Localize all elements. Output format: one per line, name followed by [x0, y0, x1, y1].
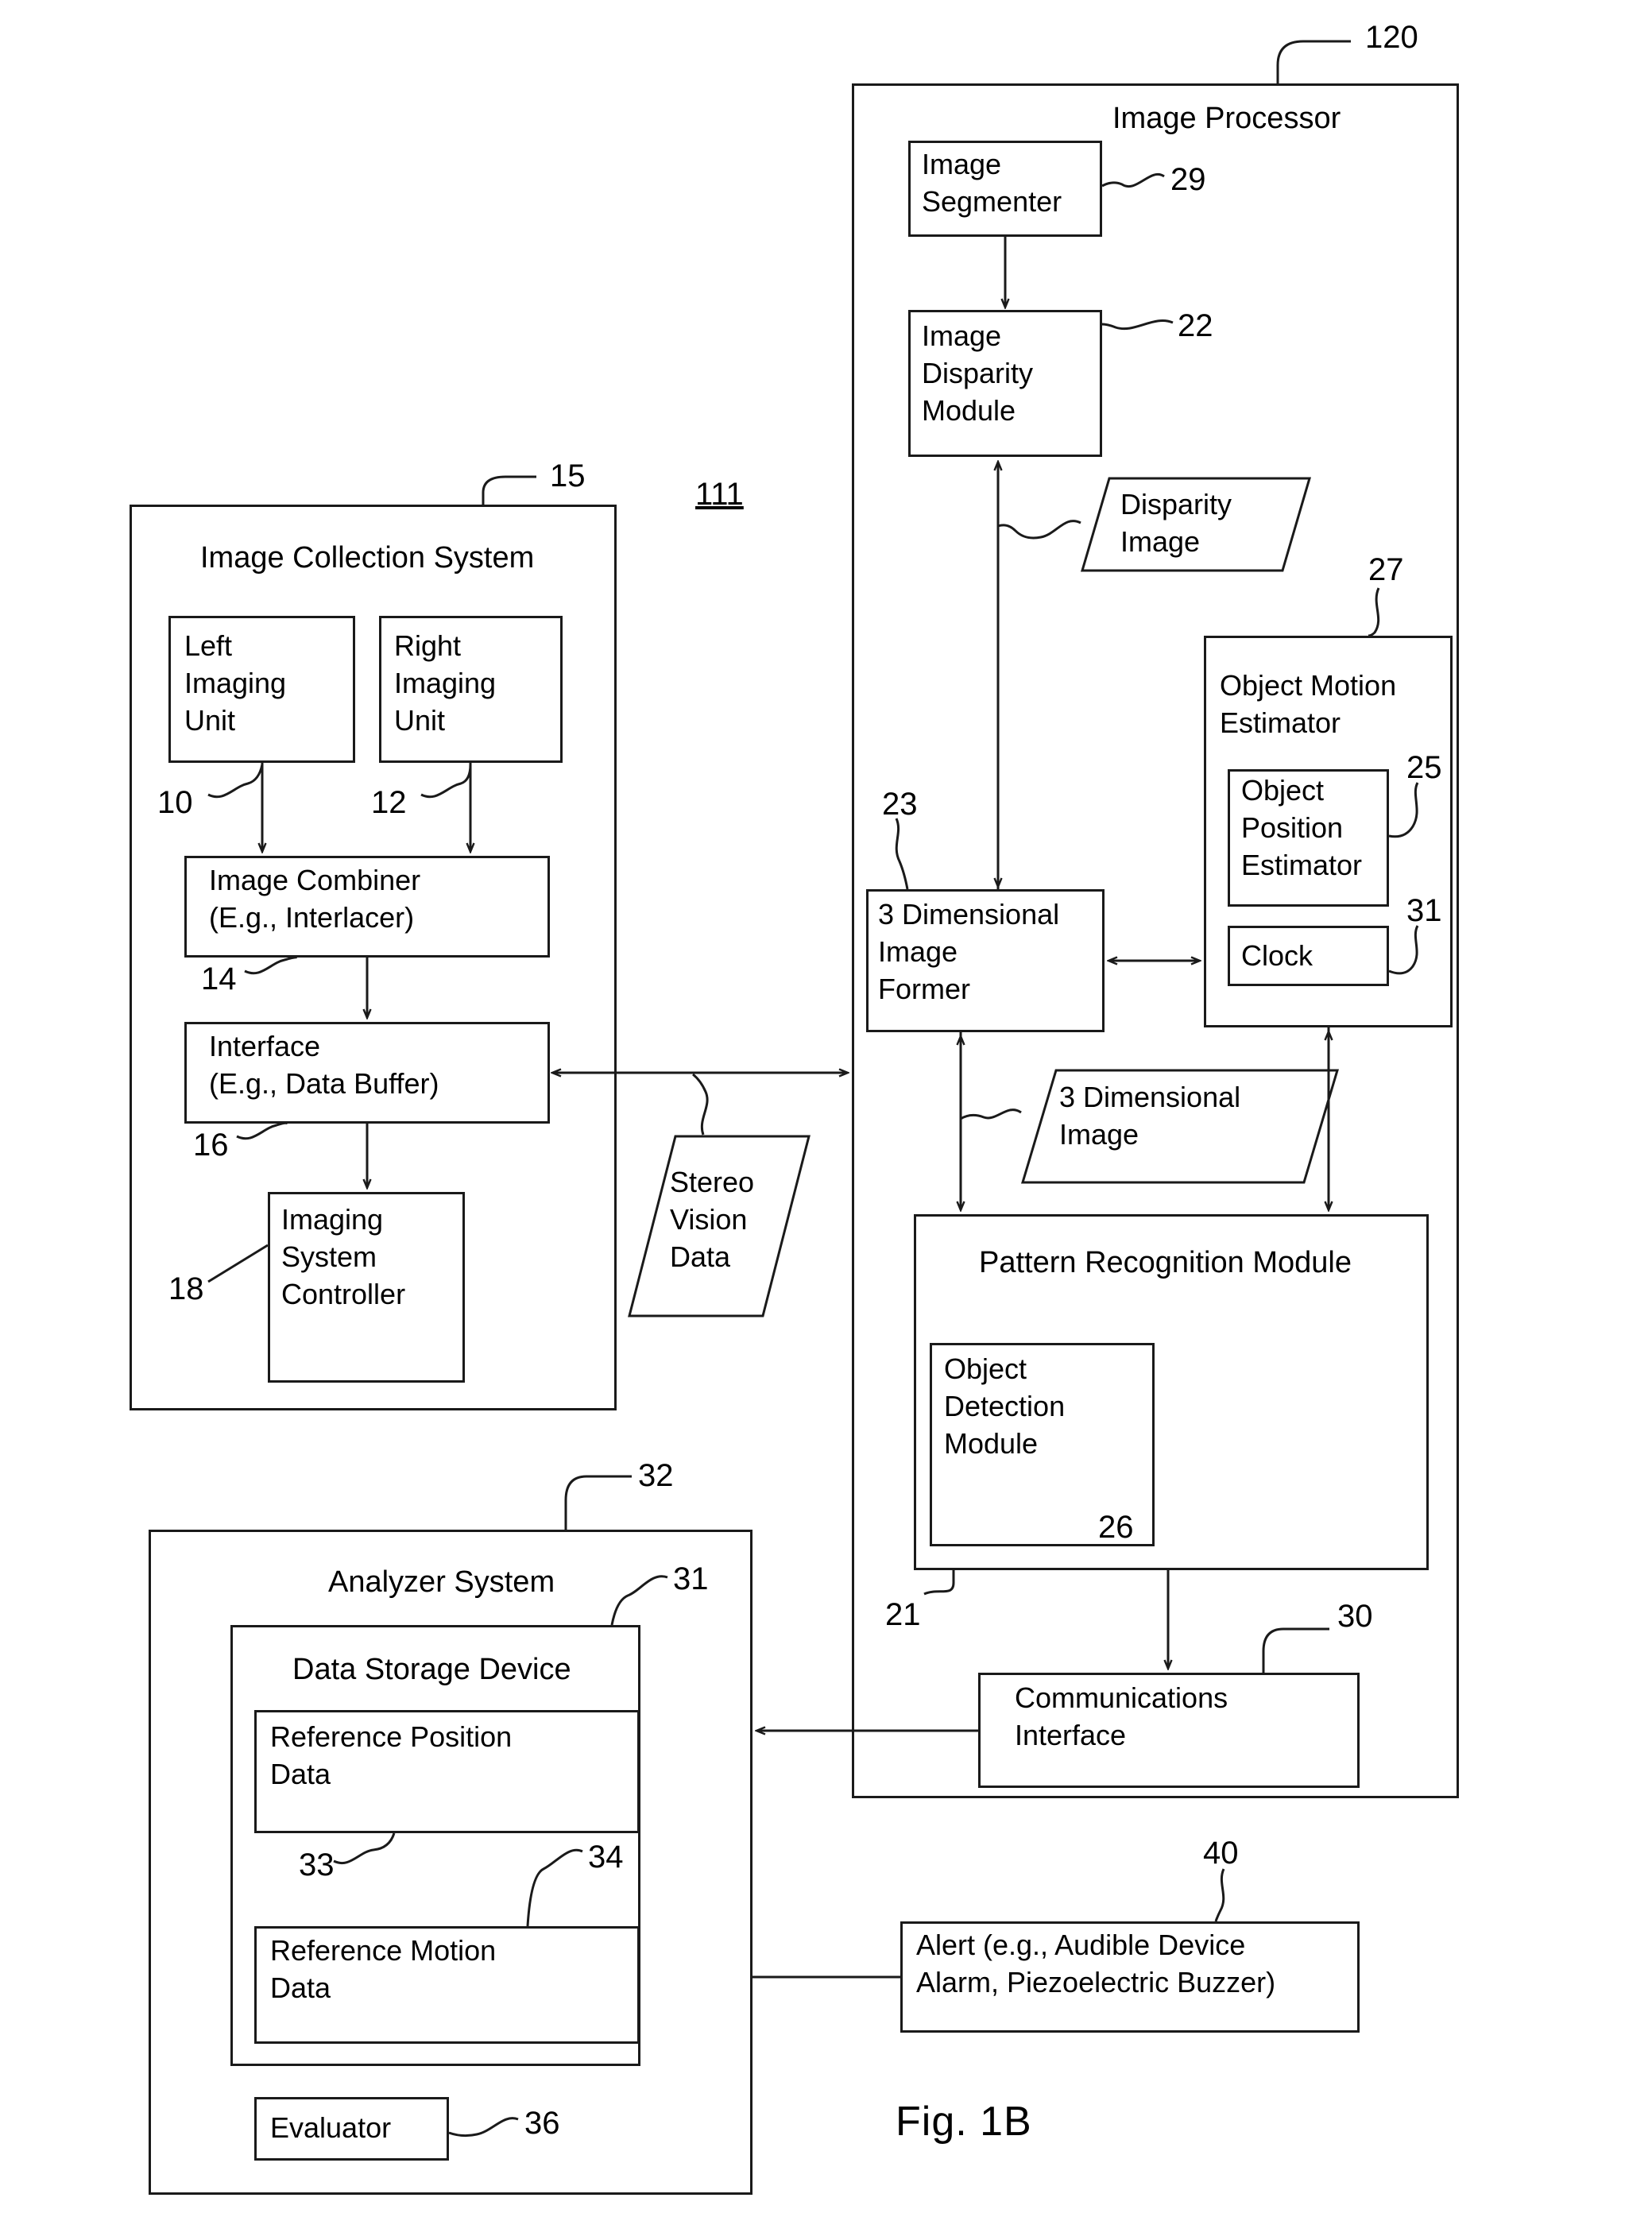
system-ref-111: 111 [695, 477, 744, 512]
ref-40: 40 [1203, 1836, 1239, 1871]
stereo-vision-data-label: Stereo Vision Data [670, 1166, 755, 1273]
ref-30: 30 [1337, 1599, 1373, 1634]
ref-34: 34 [588, 1840, 624, 1875]
object-position-estimator-label: Object Position Estimator [1241, 774, 1363, 881]
ref-18: 18 [168, 1271, 204, 1306]
right-imaging-unit-label: Right Imaging Unit [394, 629, 497, 737]
three-d-image-former-label: 3 Dimensional Image Former [878, 898, 1060, 1005]
ref-36: 36 [524, 2106, 560, 2141]
image-disparity-module-label: Image Disparity Module [922, 319, 1034, 427]
communications-interface-label: Communications Interface [1015, 1681, 1228, 1751]
ref-27: 27 [1368, 552, 1404, 587]
ref-21: 21 [885, 1597, 921, 1632]
object-detection-module-label: Object Detection Module [944, 1352, 1066, 1460]
ref-32: 32 [638, 1458, 674, 1493]
reference-position-data-label: Reference Position Data [270, 1720, 513, 1790]
image-processor-title: Image Processor [1112, 102, 1341, 135]
reference-motion-data-label: Reference Motion Data [270, 1934, 497, 2004]
ref-23: 23 [882, 787, 918, 822]
left-imaging-unit-label: Left Imaging Unit [184, 629, 287, 737]
ref-29: 29 [1170, 162, 1206, 197]
evaluator-label: Evaluator [270, 2111, 392, 2144]
image-combiner-label: Image Combiner (E.g., Interlacer) [209, 864, 421, 934]
analyzer-system-title: Analyzer System [328, 1565, 555, 1599]
imaging-system-controller-label: Imaging System Controller [281, 1203, 406, 1310]
patent-figure-1b: Image Processor 120 Image Segmenter 29 Im… [0, 0, 1652, 2217]
three-d-image-label: 3 Dimensional Image [1059, 1081, 1241, 1151]
image-segmenter-label: Image Segmenter [922, 148, 1062, 218]
ref-22: 22 [1178, 308, 1213, 343]
interface-label: Interface (E.g., Data Buffer) [209, 1030, 439, 1100]
ref-31-clock: 31 [1406, 893, 1442, 928]
object-motion-estimator-label: Object Motion Estimator [1220, 669, 1397, 739]
clock-label: Clock [1241, 939, 1313, 972]
ref-25: 25 [1406, 750, 1442, 785]
ref-12: 12 [371, 785, 407, 820]
ref-26: 26 [1098, 1510, 1134, 1545]
pattern-recognition-module-label: Pattern Recognition Module [979, 1246, 1352, 1279]
ref-31-storage: 31 [673, 1561, 709, 1596]
alert-label: Alert (e.g., Audible Device Alarm, Piezoe… [916, 1929, 1276, 1998]
figure-caption: Fig. 1B [896, 2099, 1032, 2145]
disparity-image-label: Disparity Image [1120, 488, 1232, 558]
ref-120: 120 [1365, 20, 1418, 55]
ref-14: 14 [201, 961, 237, 996]
ref-33: 33 [299, 1848, 335, 1882]
ref-16: 16 [193, 1128, 229, 1163]
data-storage-device-label: Data Storage Device [292, 1653, 571, 1686]
ref-15: 15 [550, 458, 586, 493]
ref-10: 10 [157, 785, 193, 820]
image-collection-system-title: Image Collection System [200, 541, 535, 575]
